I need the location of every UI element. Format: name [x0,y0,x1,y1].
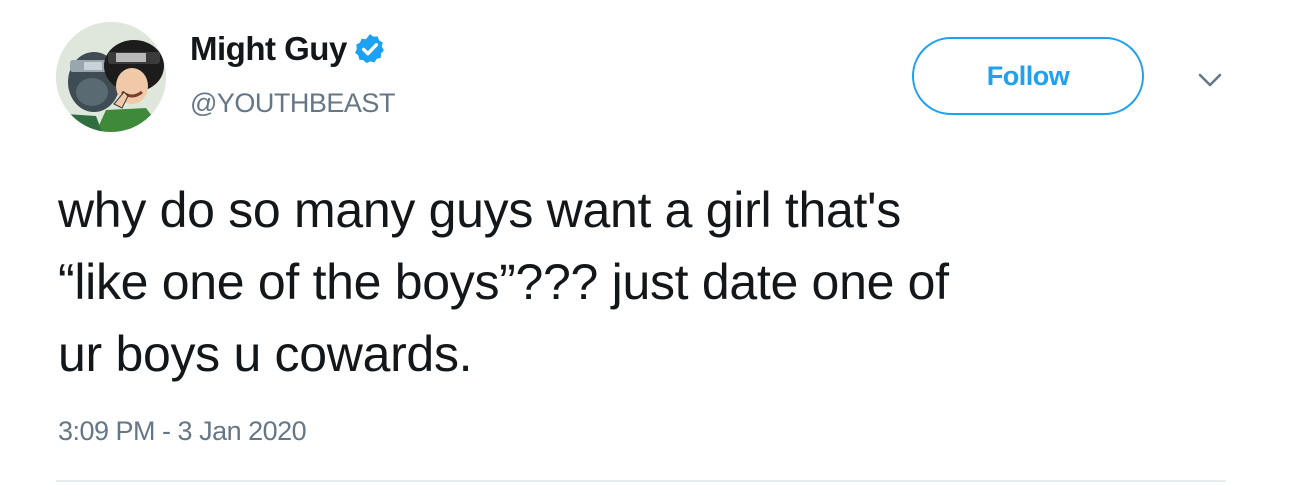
verified-badge-icon [353,32,387,66]
tweet-text: why do so many guys want a girl that's “… [58,174,1258,390]
avatar[interactable] [56,22,166,132]
divider [56,480,1226,482]
anime-avatar-icon [56,22,166,132]
author-display-name[interactable]: Might Guy [190,30,387,68]
follow-button[interactable]: Follow [912,37,1144,115]
tweet-text-line: why do so many guys want a girl that's [58,182,901,238]
tweet-text-line: “like one of the boys”??? just date one … [58,254,949,310]
tweet-card: Might Guy @YOUTHBEAST Follow why do so m… [0,0,1300,486]
tweet-text-line: ur boys u cowards. [58,326,473,382]
chevron-down-icon[interactable] [1196,70,1224,90]
author-handle[interactable]: @YOUTHBEAST [190,88,395,119]
tweet-timestamp[interactable]: 3:09 PM - 3 Jan 2020 [58,416,307,447]
display-name-text: Might Guy [190,30,347,67]
